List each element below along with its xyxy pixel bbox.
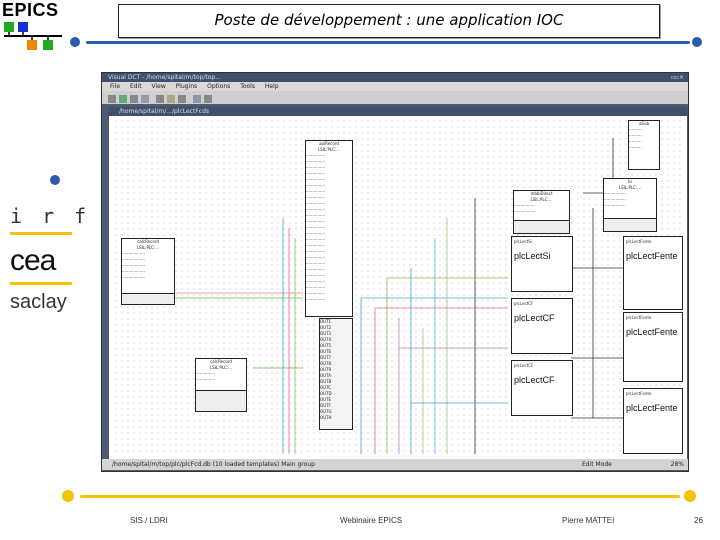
- record-central-out-fields[interactable]: OUT1 OUT2 OUT3 OUT4 OUT5 OUT6 OUT7 OUT8 OUT9 OUTA…: [319, 318, 353, 430]
- header-right-dot: [692, 37, 702, 47]
- footer-department: SIS / LDRI: [130, 516, 168, 525]
- status-mode: Edit Mode: [582, 461, 612, 468]
- record-lower-left[interactable]: calcRecord LSIL:PLC:... ··············· ···…: [195, 358, 247, 392]
- window-titlebar: Visual DCT - /home/spital/m/top/top... ▫…: [102, 73, 688, 82]
- window-title: Visual DCT - /home/spital/m/top/top...: [108, 74, 221, 81]
- record-top-middle-fields[interactable]: [513, 220, 570, 234]
- template-plc-lect-fente-2[interactable]: plcLectFente plcLectFente: [623, 312, 683, 382]
- toolbar-icons[interactable]: [102, 93, 262, 106]
- record-top-middle[interactable]: mbbiDirect LSIL:PLC:... ················· ·…: [513, 190, 570, 222]
- inner-titlebar: /home/spital/m/.../plcLectFcds: [109, 107, 687, 116]
- record-central-block[interactable]: aaiRecord LSIL:PLC:... ··············· ···…: [305, 140, 353, 317]
- footer-event: Webinaire EPICS: [340, 516, 403, 525]
- irfu-underline: [10, 232, 72, 235]
- vdct-window: Visual DCT - /home/spital/m/top/top... ▫…: [101, 72, 689, 472]
- status-bar: /home/spital/m/top/plc/plcFcd.db (10 loa…: [102, 459, 688, 470]
- footer-page-number: 26: [694, 516, 703, 525]
- template-plc-lect-cf-2-label: plcLectCF: [514, 375, 555, 385]
- epics-logo: EPICS: [2, 0, 59, 20]
- record-left-calc[interactable]: calcRecord LSIL:PLC:... ·················…: [121, 238, 175, 295]
- footer-left-dot: [62, 490, 74, 502]
- title-box: Poste de développement : une application…: [118, 4, 660, 38]
- template-plc-lect-cf-2[interactable]: plcLectCF plcLectCF: [511, 360, 573, 416]
- header-left-dot: [70, 37, 80, 47]
- record-top-right-fields[interactable]: [603, 218, 657, 232]
- window-controls-icon[interactable]: ▫▫×: [671, 73, 684, 82]
- left-side-dot: [50, 175, 60, 185]
- menu-options[interactable]: Options: [207, 83, 230, 90]
- toolbar: [102, 91, 688, 104]
- record-left-field[interactable]: [121, 293, 175, 305]
- template-plc-lect-si-label: plcLectSi: [514, 251, 551, 261]
- record-lower-left-fields[interactable]: [195, 390, 247, 412]
- template-plc-lect-fente-2-label: plcLectFente: [626, 327, 678, 337]
- template-plc-lect-fente-3-label: plcLectFente: [626, 403, 678, 413]
- template-plc-lect-fente-1-label: plcLectFente: [626, 251, 678, 261]
- epics-network-logo: [4, 22, 62, 50]
- status-path: /home/spital/m/top/plc/plcFcd.db (10 loa…: [112, 461, 315, 468]
- inner-frame: /home/spital/m/.../plcLectFcds calcRecor…: [108, 106, 688, 466]
- menu-bar: File Edit View Plugins Options Tools Hel…: [102, 82, 688, 91]
- menu-plugins[interactable]: Plugins: [176, 83, 198, 90]
- menu-edit[interactable]: Edit: [130, 83, 142, 90]
- footer-author: Pierre MATTEI: [562, 516, 615, 525]
- diagram-canvas[interactable]: calcRecord LSIL:PLC:... ·················…: [113, 118, 683, 454]
- status-zoom: 28%: [670, 461, 684, 468]
- template-plc-lect-cf-1-label: plcLectCF: [514, 313, 555, 323]
- template-plc-lect-si[interactable]: plcLectSi plcLectSi: [511, 236, 573, 292]
- template-plc-lect-cf-1[interactable]: plcLectCF plcLectCF: [511, 298, 573, 354]
- template-plc-lect-fente-3[interactable]: plcLectFente plcLectFente: [623, 388, 683, 454]
- template-plc-lect-fente-1[interactable]: plcLectFente plcLectFente: [623, 236, 683, 310]
- record-top-right[interactable]: bi LSIL:PLC:... ················· ·········…: [603, 178, 657, 220]
- cea-logo: cea: [10, 244, 56, 277]
- menu-view[interactable]: View: [152, 83, 166, 90]
- cea-underline: [10, 282, 72, 285]
- menu-tools[interactable]: Tools: [240, 83, 255, 90]
- footer-right-dot: [684, 490, 696, 502]
- record-top-corner[interactable]: aSub ·········· ·········· ·········· ······…: [628, 120, 660, 170]
- saclay-logo: saclay: [10, 291, 67, 313]
- slide-title: Poste de développement : une application…: [214, 11, 564, 29]
- footer-line: [80, 495, 680, 498]
- menu-help[interactable]: Help: [265, 83, 279, 90]
- header-line: [86, 41, 690, 44]
- inner-title-text: /home/spital/m/.../plcLectFcds: [119, 108, 210, 115]
- menu-file[interactable]: File: [110, 83, 120, 90]
